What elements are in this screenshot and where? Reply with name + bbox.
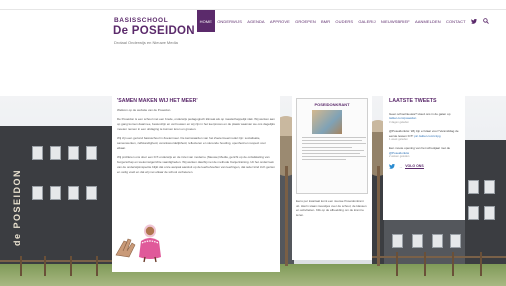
- school-label[interactable]: BASISSCHOOL: [114, 17, 168, 24]
- follow-us-link[interactable]: VOLG ONS: [405, 164, 424, 170]
- twitter-icon[interactable]: [389, 163, 395, 170]
- site-header: BASISSCHOOL De POSEIDON Drotaal Onderwij…: [0, 0, 506, 96]
- window: [468, 206, 479, 220]
- welcome-paragraph: Wij profileren ons door een ICT-onderwij…: [117, 155, 275, 174]
- text-line: [302, 152, 360, 154]
- fence-post: [96, 256, 98, 276]
- window: [32, 186, 43, 200]
- window: [450, 234, 461, 248]
- newsletter-thumbnail[interactable]: POSEIDONKRANT: [296, 98, 368, 194]
- tagline: Drotaal Onderwijs en Nieuwe Media: [114, 40, 178, 45]
- tree-trunk: [285, 166, 288, 266]
- tweet-item: @Poseidonktw: Wij zijn er klaar voor! Va…: [389, 129, 459, 142]
- twitter-bird-glyph: [471, 18, 478, 24]
- fence-post: [396, 252, 398, 276]
- tweet-time: 2 weken geleden: [389, 155, 410, 159]
- fence-rail: [372, 256, 506, 258]
- text-line: [302, 149, 364, 151]
- arrow-right-icon: →: [399, 164, 403, 169]
- window: [484, 180, 495, 194]
- window: [68, 186, 79, 200]
- window: [484, 206, 495, 220]
- window: [50, 186, 61, 200]
- newsletter-photo: [312, 110, 342, 134]
- nav-item-onderwijs[interactable]: ONDERWIJS: [215, 10, 245, 32]
- window: [50, 146, 61, 160]
- doll-leg: [143, 256, 146, 263]
- welcome-title: 'SAMEN MAKEN WIJ HET MEER': [117, 98, 198, 104]
- building-right: [465, 140, 506, 266]
- school-name-logo[interactable]: De POSEIDON: [113, 25, 195, 37]
- tweet-text: Een mooie opening van het schooljaar met…: [389, 146, 451, 151]
- newsletter-text-lines: [302, 137, 366, 161]
- doll-hand-icon: [115, 238, 136, 258]
- text-line: [302, 137, 366, 138]
- fence-post: [480, 252, 482, 276]
- fence-post: [44, 256, 46, 276]
- nav-item-home[interactable]: HOME: [197, 10, 215, 32]
- window: [432, 234, 443, 248]
- window: [86, 146, 97, 160]
- window: [392, 234, 403, 248]
- fence-post: [70, 256, 72, 276]
- welcome-paragraph: Wij zijn een gezond basisschool in Zoete…: [117, 136, 266, 150]
- tweets-panel: LAATSTE TWEETS Geen schoolnieuws? Houd o…: [383, 94, 465, 220]
- nav-item-groepen[interactable]: GROEPEN: [293, 10, 319, 32]
- magnifier-glyph: [483, 18, 490, 24]
- window: [32, 146, 43, 160]
- fence-post: [20, 256, 22, 276]
- tweet-item: Een mooie opening van het schooljaar met…: [389, 146, 459, 159]
- tweet-link[interactable]: pic.twitter.com/x1pg: [414, 134, 440, 138]
- text-line: [302, 156, 366, 158]
- doll-face: [145, 226, 155, 236]
- text-line: [302, 140, 362, 142]
- nav-item-nieuwsbrief[interactable]: NIEUWSBRIEF: [378, 10, 412, 32]
- building-lettering: de POSEIDON: [12, 168, 22, 246]
- window: [468, 180, 479, 194]
- doll-leg: [154, 256, 157, 263]
- main-nav: HOME ONDERWIJS AGENDA APPROVE GROEPEN BM…: [197, 10, 492, 32]
- fence-post: [424, 252, 426, 276]
- nav-item-ouders[interactable]: OUDERS: [333, 10, 356, 32]
- nav-item-aanmelden[interactable]: AANMELDEN: [412, 10, 443, 32]
- fence-post: [452, 252, 454, 276]
- search-icon[interactable]: [480, 10, 492, 32]
- newsletter-panel: POSEIDONKRANT Eens per kwartaal komt een…: [292, 94, 372, 260]
- doll-figure: [115, 224, 161, 263]
- tree-trunk: [377, 166, 380, 266]
- welcome-paragraph: Welkom op de website van de Poseidon.: [117, 108, 172, 112]
- newsletter-caption: Eens per kwartaal komt een nieuwe Poseid…: [296, 199, 367, 217]
- nav-item-bmr[interactable]: BMR: [318, 10, 332, 32]
- window: [412, 234, 423, 248]
- tweet-time: 1 week geleden: [389, 138, 408, 142]
- tweet-time: 3 dagen geleden: [389, 120, 410, 124]
- tweet-text: Geen schoolnieuws? Houd ons in de gaten …: [389, 112, 451, 116]
- nav-item-galerij[interactable]: GALERIJ: [356, 10, 379, 32]
- twitter-bird-glyph: [389, 163, 395, 169]
- tweets-footer: → VOLG ONS: [389, 163, 459, 170]
- nav-item-contact[interactable]: CONTACT: [443, 10, 468, 32]
- text-line: [302, 159, 346, 161]
- twitter-icon[interactable]: [468, 10, 480, 32]
- window: [68, 146, 79, 160]
- tweet-item: Geen schoolnieuws? Houd ons in de gaten …: [389, 112, 459, 125]
- text-line: [302, 146, 352, 148]
- welcome-paragraph: De Poseidon is een school met een brede,…: [117, 117, 275, 131]
- tweet-link[interactable]: twitter.com/poseidon: [389, 116, 416, 120]
- nav-item-approve[interactable]: APPROVE: [267, 10, 292, 32]
- tweets-title: LAATSTE TWEETS: [389, 98, 437, 104]
- window: [86, 186, 97, 200]
- newsletter-title: POSEIDONKRANT: [314, 102, 350, 107]
- nav-item-agenda[interactable]: AGENDA: [245, 10, 268, 32]
- text-line: [302, 143, 366, 145]
